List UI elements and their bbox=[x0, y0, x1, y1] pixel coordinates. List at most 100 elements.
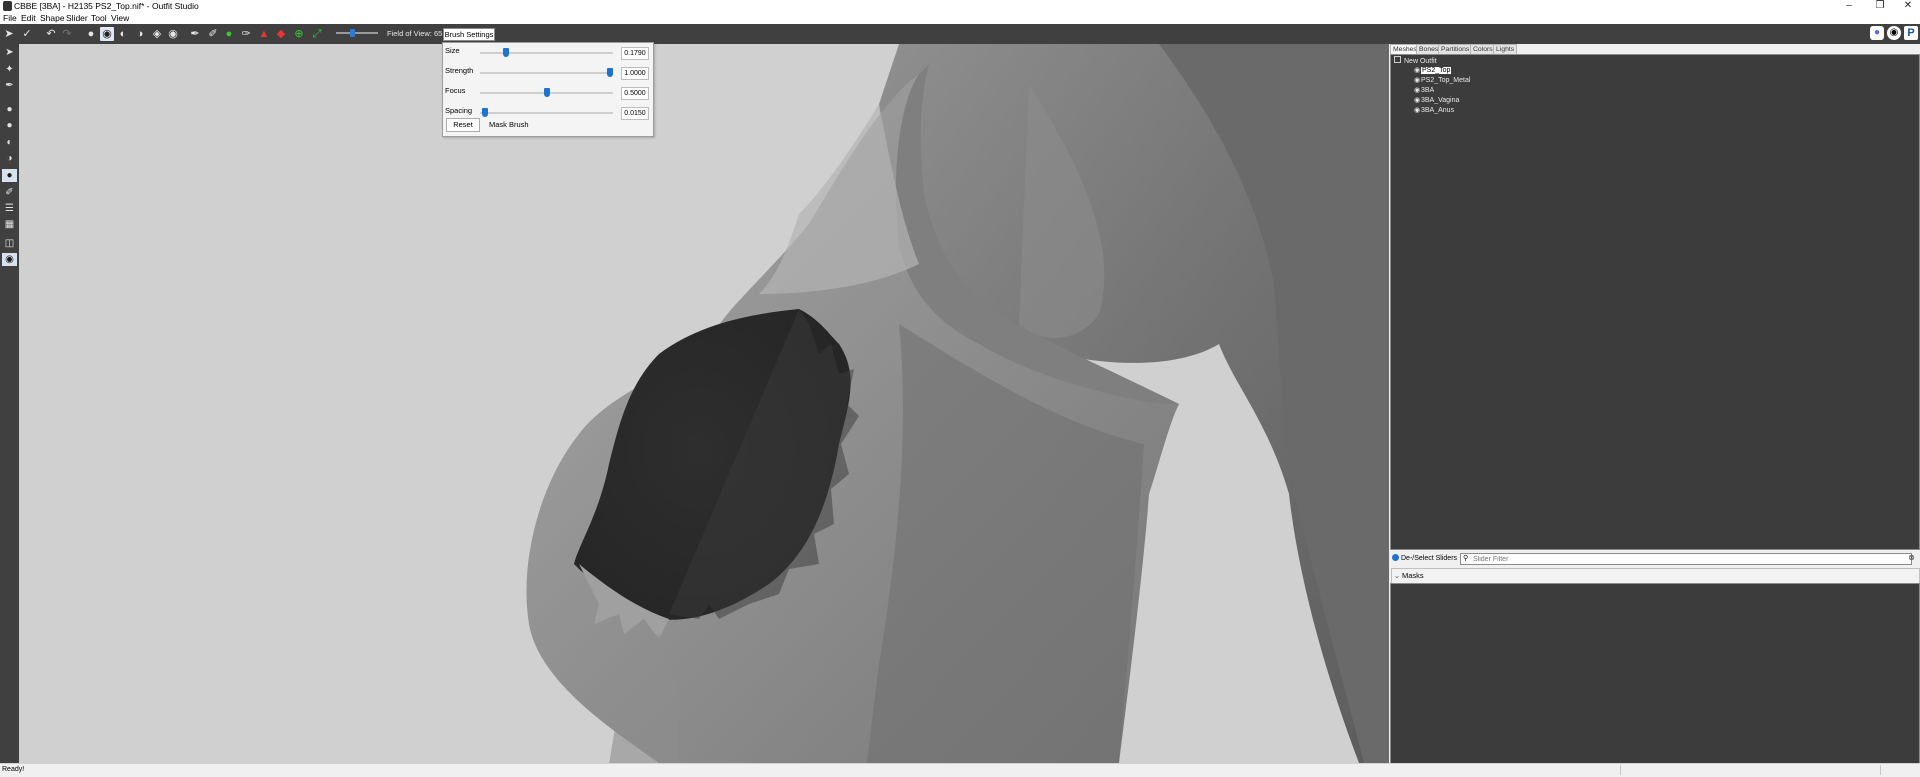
status-bar bbox=[0, 763, 1920, 777]
pin-tool-icon[interactable]: ✦ bbox=[2, 63, 17, 76]
minimize-icon[interactable]: – bbox=[1838, 0, 1860, 12]
grid-tool-icon[interactable]: ▦ bbox=[2, 218, 17, 231]
menu-view[interactable]: View bbox=[111, 12, 129, 24]
slider-list[interactable] bbox=[1390, 583, 1920, 765]
paypal-icon[interactable]: P bbox=[1904, 26, 1918, 40]
pivot-icon[interactable]: ⊕ bbox=[292, 27, 306, 41]
smooth-brush-icon[interactable]: ◑ bbox=[133, 27, 147, 41]
strength-slider-handle[interactable] bbox=[607, 68, 613, 77]
move-tool-icon[interactable]: ◐ bbox=[2, 136, 17, 149]
flip-edge-icon[interactable]: ✑ bbox=[239, 27, 253, 41]
brush-settings-button[interactable]: Brush Settings bbox=[443, 28, 495, 41]
deflate-tool-icon[interactable]: ● bbox=[2, 119, 17, 132]
collapse-box-icon[interactable] bbox=[1394, 56, 1401, 63]
connect-tool-icon[interactable]: ◉ bbox=[2, 253, 17, 266]
title-bar: CBBE [3BA] - H2135 PS2_Top.nif* - Outfit… bbox=[0, 0, 1920, 12]
checkbox-icon[interactable] bbox=[1392, 554, 1399, 561]
weight-brush-icon[interactable]: ◉ bbox=[166, 27, 180, 41]
strength-slider-track[interactable] bbox=[480, 72, 613, 74]
clear-filter-icon[interactable]: ⊗ bbox=[1907, 553, 1916, 563]
eye-icon[interactable]: ◉ bbox=[1414, 106, 1421, 114]
pen-tool-icon[interactable]: ✒ bbox=[2, 79, 17, 92]
github-icon[interactable]: ◉ bbox=[1887, 26, 1901, 40]
masks-header[interactable]: ⌄ Masks bbox=[1391, 568, 1920, 584]
mesh-item[interactable]: ◉PS2_Top_Metal bbox=[1414, 76, 1470, 84]
size-slider-track[interactable] bbox=[480, 52, 613, 54]
mesh-item[interactable]: ◉3BA_Vagina bbox=[1414, 96, 1459, 104]
fov-slider-track[interactable] bbox=[336, 32, 378, 34]
eye-icon[interactable]: ◉ bbox=[1414, 86, 1421, 94]
mask-brush-icon[interactable]: ✓ bbox=[20, 27, 34, 41]
mesh-name: 3BA_Anus bbox=[1421, 107, 1455, 114]
menu-tool[interactable]: Tool bbox=[91, 12, 107, 24]
spacing-value[interactable]: 0.0150 bbox=[621, 107, 649, 120]
focus-value[interactable]: 0.5000 bbox=[621, 87, 649, 100]
status-text: Ready! bbox=[2, 766, 25, 773]
mesh-name: 3BA bbox=[1421, 87, 1435, 94]
close-icon[interactable]: ✕ bbox=[1897, 0, 1919, 12]
split-edge-icon[interactable]: ▲ bbox=[257, 27, 271, 41]
chevron-down-icon[interactable]: ⌄ bbox=[1392, 569, 1402, 583]
menu-shape[interactable]: Shape bbox=[40, 12, 65, 24]
eye-icon[interactable]: ◉ bbox=[1414, 66, 1421, 74]
collapse-vertex-icon[interactable]: ● bbox=[222, 27, 236, 41]
eye-icon[interactable]: ◉ bbox=[1414, 76, 1421, 84]
mirror-tool-icon[interactable]: ◫ bbox=[2, 237, 17, 250]
mesh-name: PS2_Top bbox=[1421, 67, 1452, 74]
menu-edit[interactable]: Edit bbox=[21, 12, 36, 24]
deflate-brush-icon[interactable]: ◉ bbox=[100, 27, 114, 41]
mask-tool-icon[interactable]: ● bbox=[2, 169, 17, 182]
strength-label: Strength bbox=[445, 66, 474, 75]
bone-tool-icon[interactable]: ☰ bbox=[2, 202, 17, 215]
brush-tool-icon[interactable]: ✐ bbox=[2, 186, 17, 199]
slider-filter-input[interactable] bbox=[1473, 554, 1893, 564]
size-slider-handle[interactable] bbox=[502, 48, 509, 57]
vertex-select-icon[interactable]: ⤢ bbox=[310, 27, 324, 41]
inflate-tool-icon[interactable]: ● bbox=[2, 103, 17, 116]
transform-icon[interactable]: ◆ bbox=[274, 27, 288, 41]
redo-icon[interactable]: ↷ bbox=[60, 27, 74, 41]
app-icon bbox=[3, 1, 12, 11]
brush-settings-panel: Size 0.1790 Strength 1.0000 Focus 0.5000… bbox=[442, 42, 654, 137]
mesh-item[interactable]: ◉3BA_Anus bbox=[1414, 106, 1454, 114]
toolbar: ➤ ✓ ↶ ↷ ● ◉ ◐ ◑ ◈ ◉ ✒ ✐ ● ✑ ▲ ◆ ⊕ ⤢ bbox=[0, 24, 1920, 44]
search-icon: ⚲ bbox=[1463, 555, 1469, 562]
mesh-name: 3BA_Vagina bbox=[1421, 97, 1460, 104]
move-brush-icon[interactable]: ◐ bbox=[116, 27, 130, 41]
select-tool-icon[interactable]: ➤ bbox=[2, 46, 17, 59]
3d-viewport[interactable] bbox=[19, 44, 1389, 763]
color-brush-icon[interactable]: ✒ bbox=[188, 27, 202, 41]
smooth-tool-icon[interactable]: ◑ bbox=[2, 152, 17, 165]
masks-label: Masks bbox=[1402, 571, 1424, 580]
slider-filter-field[interactable]: ⚲ bbox=[1460, 553, 1912, 565]
menu-file[interactable]: File bbox=[3, 12, 17, 24]
strength-value[interactable]: 1.0000 bbox=[621, 67, 649, 80]
size-value[interactable]: 0.1790 bbox=[621, 47, 649, 60]
deselect-label: De-/Select Sliders bbox=[1401, 555, 1458, 562]
tree-root-label: New Outfit bbox=[1404, 58, 1437, 65]
mesh-item[interactable]: ◉3BA bbox=[1414, 86, 1434, 94]
mask-brush-label: Mask Brush bbox=[489, 120, 529, 129]
select-brush-icon[interactable]: ➤ bbox=[2, 27, 16, 41]
status-separator bbox=[1880, 765, 1881, 775]
discord-icon[interactable]: ● bbox=[1870, 26, 1884, 40]
mesh-render bbox=[526, 44, 1389, 763]
focus-slider-handle[interactable] bbox=[543, 88, 550, 97]
eye-icon[interactable]: ◉ bbox=[1414, 96, 1421, 104]
inflate-brush-icon[interactable]: ● bbox=[84, 27, 98, 41]
mesh-item[interactable]: ◉ PS2_Top bbox=[1414, 66, 1452, 74]
spacing-slider-handle[interactable] bbox=[481, 108, 488, 117]
alpha-brush-icon[interactable]: ✐ bbox=[206, 27, 220, 41]
spacing-label: Spacing bbox=[445, 106, 473, 115]
deselect-sliders-checkbox[interactable]: De-/Select Sliders bbox=[1392, 554, 1457, 562]
undo-icon[interactable]: ↶ bbox=[44, 27, 58, 41]
fov-slider-handle[interactable] bbox=[350, 29, 355, 37]
tree-root[interactable]: New Outfit bbox=[1394, 56, 1437, 65]
mesh-tree[interactable] bbox=[1390, 54, 1920, 550]
reset-button[interactable]: Reset bbox=[446, 118, 480, 132]
spacing-slider-track[interactable] bbox=[480, 112, 613, 114]
menu-slider[interactable]: Slider bbox=[66, 12, 88, 24]
restore-icon[interactable]: ❐ bbox=[1869, 0, 1891, 12]
standard-brush-icon[interactable]: ◈ bbox=[150, 27, 164, 41]
left-tool-strip: ➤ ✦ ✒ ● ● ◐ ◑ ● ✐ ☰ ▦ ◫ ◉ bbox=[0, 44, 19, 763]
